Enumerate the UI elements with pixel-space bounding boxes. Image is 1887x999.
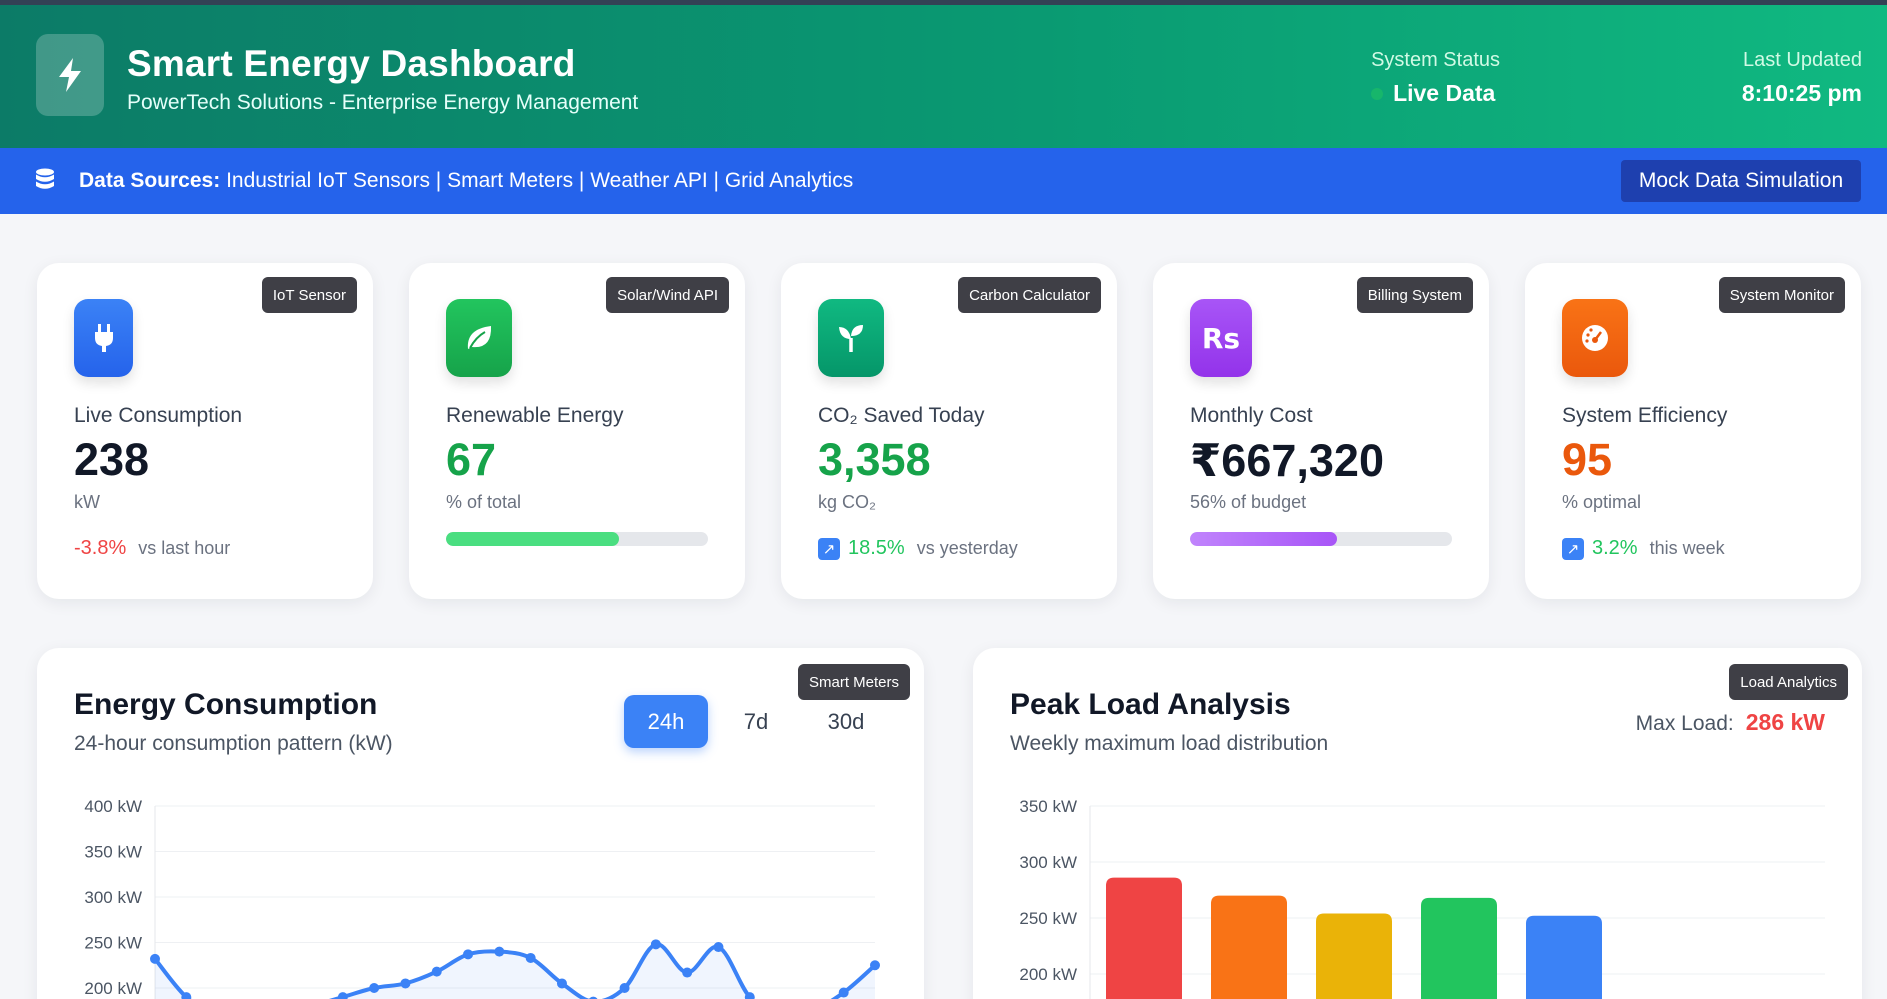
seedling-icon bbox=[818, 299, 884, 377]
peak-load-bar-chart: 350 kW 300 kW 250 kW 200 kW bbox=[1019, 797, 1825, 999]
data-point bbox=[870, 960, 880, 971]
budget-progress-bar bbox=[1190, 532, 1452, 546]
trend-text: vs last hour bbox=[138, 538, 231, 558]
peak-load-panel: Load Analytics Peak Load Analysis Weekly… bbox=[973, 648, 1862, 999]
kpi-card-co2-saved: Carbon Calculator CO₂ Saved Today 3,358 … bbox=[781, 263, 1117, 599]
bar bbox=[1526, 915, 1602, 999]
last-updated: Last Updated 8:10:25 pm bbox=[1742, 49, 1862, 107]
y-tick-label: 250 kW bbox=[84, 934, 142, 953]
trend-up-icon: ↗ bbox=[818, 537, 840, 560]
gauge-icon bbox=[1562, 299, 1628, 377]
kpi-card-system-efficiency: System Monitor System Efficiency 95 % op… bbox=[1525, 263, 1861, 599]
energy-consumption-panel: Smart Meters Energy Consumption 24-hour … bbox=[37, 648, 924, 999]
kpi-card-monthly-cost: Billing System Rs Monthly Cost ₹667,320 … bbox=[1153, 263, 1489, 599]
data-point bbox=[556, 978, 567, 989]
data-point bbox=[369, 983, 380, 993]
kpi-value: 238 bbox=[74, 434, 150, 485]
data-point bbox=[463, 949, 474, 960]
consumption-line-chart: 400 kW 350 kW 300 kW 250 kW 200 kW bbox=[84, 797, 880, 999]
data-sources-list: Industrial IoT Sensors | Smart Meters | … bbox=[226, 169, 854, 192]
data-point bbox=[400, 978, 411, 989]
kpi-unit: % of total bbox=[446, 492, 522, 512]
last-updated-value: 8:10:25 pm bbox=[1741, 80, 1862, 106]
kpi-trend: ↗ 3.2% this week bbox=[1562, 537, 1725, 560]
kpi-value: 3,358 bbox=[818, 434, 931, 485]
y-tick-label: 200 kW bbox=[84, 979, 142, 998]
kpi-card-renewable-energy: Solar/Wind API Renewable Energy 67 % of … bbox=[409, 263, 745, 599]
system-status-value: Live Data bbox=[1393, 80, 1496, 106]
data-point bbox=[838, 987, 849, 998]
kpi-card-live-consumption: IoT Sensor Live Consumption 238 kW -3.8%… bbox=[37, 263, 373, 599]
bar bbox=[1421, 897, 1497, 999]
kpi-unit: kg CO₂ bbox=[818, 492, 876, 512]
trend-text: vs yesterday bbox=[916, 538, 1018, 558]
data-point bbox=[682, 967, 693, 978]
source-tag: IoT Sensor bbox=[261, 277, 357, 313]
data-point bbox=[150, 953, 160, 964]
data-point bbox=[431, 966, 442, 977]
data-point bbox=[619, 983, 630, 993]
kpi-unit: kW bbox=[74, 492, 100, 512]
y-tick-label: 300 kW bbox=[84, 888, 142, 907]
kpi-value: 67 bbox=[446, 434, 497, 485]
bar bbox=[1106, 877, 1182, 999]
app-header: Smart Energy Dashboard PowerTech Solutio… bbox=[0, 5, 1887, 148]
data-point bbox=[494, 946, 505, 957]
trend-percent: 18.5% bbox=[848, 537, 905, 559]
y-tick-label: 300 kW bbox=[1019, 853, 1077, 872]
y-tick-label: 250 kW bbox=[1019, 909, 1077, 928]
trend-text: this week bbox=[1649, 538, 1725, 558]
kpi-unit: 56% of budget bbox=[1190, 492, 1307, 512]
rupee-icon: Rs bbox=[1190, 299, 1252, 377]
app-title: Smart Energy Dashboard bbox=[127, 43, 576, 84]
kpi-label: Live Consumption bbox=[74, 404, 243, 427]
kpi-unit: % optimal bbox=[1562, 492, 1642, 512]
mock-data-button[interactable]: Mock Data Simulation bbox=[1621, 160, 1861, 202]
trend-percent: -3.8% bbox=[74, 537, 127, 559]
kpi-label: Monthly Cost bbox=[1190, 404, 1313, 427]
kpi-value: ₹667,320 bbox=[1190, 435, 1384, 486]
system-status: System Status Live Data bbox=[1371, 49, 1500, 107]
data-point bbox=[525, 952, 536, 963]
bar bbox=[1211, 895, 1287, 999]
source-tag: Billing System bbox=[1356, 277, 1473, 313]
data-sources-bar: Data Sources: Industrial IoT Sensors | S… bbox=[0, 148, 1887, 214]
progress-fill bbox=[446, 532, 619, 546]
source-tag: Solar/Wind API bbox=[606, 277, 729, 313]
plug-icon bbox=[74, 299, 133, 377]
renewable-progress-bar bbox=[446, 532, 708, 546]
system-status-label: System Status bbox=[1371, 49, 1500, 71]
data-point bbox=[337, 992, 348, 999]
y-tick-label: 350 kW bbox=[1019, 797, 1077, 816]
y-tick-label: 200 kW bbox=[1019, 965, 1077, 984]
data-point bbox=[713, 942, 724, 953]
kpi-trend: -3.8% vs last hour bbox=[74, 537, 230, 560]
database-icon bbox=[35, 168, 55, 197]
source-tag: Carbon Calculator bbox=[958, 277, 1101, 313]
app-subtitle: PowerTech Solutions - Enterprise Energy … bbox=[127, 91, 639, 114]
trend-percent: 3.2% bbox=[1592, 537, 1638, 559]
data-point bbox=[650, 939, 661, 950]
live-indicator-icon bbox=[1371, 87, 1384, 100]
kpi-label: CO₂ Saved Today bbox=[818, 404, 985, 427]
kpi-label: Renewable Energy bbox=[446, 404, 624, 427]
last-updated-label: Last Updated bbox=[1743, 49, 1862, 71]
progress-fill bbox=[1190, 532, 1337, 546]
kpi-label: System Efficiency bbox=[1562, 404, 1728, 427]
trend-up-icon: ↗ bbox=[1562, 537, 1584, 560]
bar bbox=[1316, 913, 1392, 999]
source-tag: System Monitor bbox=[1718, 277, 1845, 313]
y-tick-label: 400 kW bbox=[84, 797, 142, 816]
kpi-value: 95 bbox=[1562, 434, 1613, 485]
leaf-icon bbox=[446, 299, 512, 377]
kpi-trend: ↗ 18.5% vs yesterday bbox=[818, 537, 1018, 560]
y-tick-label: 350 kW bbox=[84, 843, 142, 862]
data-sources-label: Data Sources: bbox=[79, 169, 221, 192]
data-sources-text: Data Sources: Industrial IoT Sensors | S… bbox=[79, 169, 853, 193]
lightning-icon bbox=[36, 34, 104, 116]
